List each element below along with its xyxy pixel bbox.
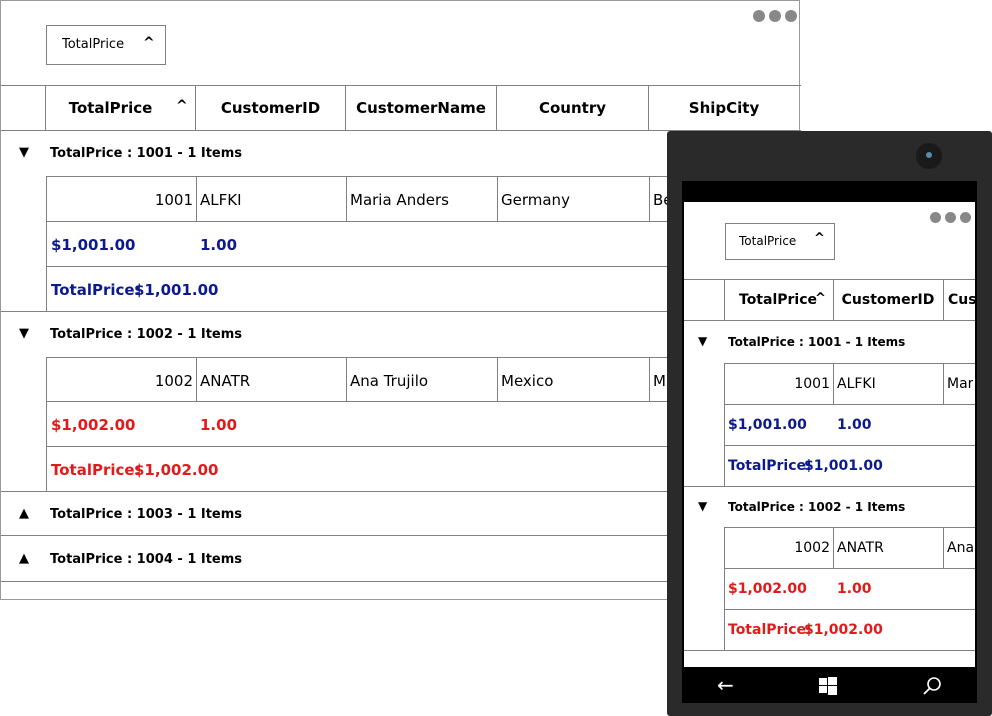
footer-label: TotalPrice: — [51, 281, 141, 299]
footer-label: TotalPrice: — [728, 458, 812, 474]
sort-up-icon: ^ — [815, 291, 826, 306]
cell-totalprice: 1002 — [794, 540, 830, 556]
collapse-arrow-icon[interactable]: ▼ — [19, 326, 29, 341]
expand-arrow-icon[interactable]: ▲ — [19, 506, 29, 521]
header-shipcity[interactable]: ShipCity — [649, 86, 799, 130]
group-footer: TotalPrice: $1,001.00 — [724, 446, 975, 487]
group-chip-label: TotalPrice — [739, 234, 797, 248]
summary-qty: 1.00 — [837, 581, 872, 597]
phone-screen: TotalPrice ^ TotalPrice ^ CustomerID Cus… — [682, 181, 977, 703]
cell-customerid: ALFKI — [837, 376, 876, 392]
phone-app: TotalPrice ^ TotalPrice ^ CustomerID Cus… — [684, 202, 975, 667]
summary-price: $1,002.00 — [728, 581, 807, 597]
group-header-1001[interactable]: ▼ TotalPrice : 1001 - 1 Items — [684, 321, 975, 363]
collapse-arrow-icon[interactable]: ▼ — [19, 145, 29, 160]
group-caption: TotalPrice : 1001 - 1 Items — [50, 146, 243, 161]
header-customername[interactable]: CustomerName — [346, 86, 497, 130]
summary-price: $1,002.00 — [51, 416, 136, 434]
header-totalprice[interactable]: TotalPrice ^ — [725, 280, 833, 320]
cell-country: Mexico — [501, 372, 554, 390]
group-drop-chip[interactable]: TotalPrice ^ — [46, 25, 166, 65]
phone-device: TotalPrice ^ TotalPrice ^ CustomerID Cus… — [667, 131, 992, 716]
more-options-icon[interactable] — [930, 208, 975, 223]
header-customerid[interactable]: CustomerID — [196, 86, 346, 130]
cell-customerid: ANATR — [837, 540, 884, 556]
sort-up-icon: ^ — [176, 98, 188, 114]
collapse-arrow-icon[interactable]: ▼ — [698, 499, 707, 513]
cell-shipcity: M — [653, 372, 666, 390]
cell-totalprice: 1002 — [154, 372, 193, 390]
header-indent — [1, 86, 46, 130]
chevron-up-icon[interactable]: ^ — [143, 35, 155, 51]
cell-customername: Ana Trujilo — [350, 372, 429, 390]
header-customername[interactable]: Cus — [948, 280, 975, 320]
header-totalprice[interactable]: TotalPrice ^ — [46, 86, 196, 130]
footer-value: $1,002.00 — [804, 622, 883, 638]
expand-arrow-icon[interactable]: ▲ — [19, 551, 29, 566]
summary-price: $1,001.00 — [51, 236, 136, 254]
header-row: TotalPrice ^ CustomerID CustomerName Coun… — [1, 85, 801, 131]
group-chip-label: TotalPrice — [62, 37, 125, 52]
group-footer: TotalPrice: $1,002.00 — [724, 610, 975, 651]
summary-qty: 1.00 — [200, 416, 238, 434]
cell-customername: Ana — [947, 540, 975, 556]
group-caption: TotalPrice : 1003 - 1 Items — [50, 507, 243, 522]
group-header-1002[interactable]: ▼ TotalPrice : 1002 - 1 Items — [684, 487, 975, 527]
header-customerid[interactable]: CustomerID — [834, 280, 942, 320]
back-icon[interactable]: ← — [717, 673, 734, 697]
cell-customerid: ANATR — [200, 372, 251, 390]
cell-totalprice: 1001 — [794, 376, 830, 392]
group-caption: TotalPrice : 1002 - 1 Items — [50, 327, 243, 342]
summary-qty: 1.00 — [837, 417, 872, 433]
windows-icon[interactable] — [819, 677, 837, 695]
summary-qty: 1.00 — [200, 236, 238, 254]
chevron-up-icon[interactable]: ^ — [814, 231, 825, 246]
search-icon[interactable] — [922, 676, 942, 696]
group-summary-row: $1,002.00 1.00 — [724, 569, 975, 610]
footer-label: TotalPrice: — [728, 622, 812, 638]
footer-value: $1,001.00 — [134, 281, 219, 299]
table-row[interactable]: 1001 ALFKI Mar — [724, 363, 975, 405]
group-drop-chip[interactable]: TotalPrice ^ — [725, 223, 835, 260]
phone-nav-bar: ← — [682, 669, 977, 703]
cell-customername: Mar — [947, 376, 974, 392]
summary-price: $1,001.00 — [728, 417, 807, 433]
table-row[interactable]: 1002 ANATR Ana — [724, 527, 975, 569]
cell-customerid: ALFKI — [200, 191, 242, 209]
cell-totalprice: 1001 — [154, 191, 193, 209]
camera-icon — [916, 143, 942, 169]
footer-label: TotalPrice: — [51, 461, 141, 479]
footer-value: $1,001.00 — [804, 458, 883, 474]
group-summary-row: $1,001.00 1.00 — [724, 405, 975, 446]
cell-country: Germany — [501, 191, 570, 209]
collapse-arrow-icon[interactable]: ▼ — [698, 334, 707, 348]
group-caption: TotalPrice : 1002 - 1 Items — [728, 500, 906, 514]
header-totalprice-label: TotalPrice — [68, 99, 153, 117]
header-row: TotalPrice ^ CustomerID Cus — [684, 279, 975, 321]
cell-customername: Maria Anders — [350, 191, 449, 209]
footer-value: $1,002.00 — [134, 461, 219, 479]
header-country[interactable]: Country — [497, 86, 649, 130]
more-options-icon[interactable] — [753, 7, 801, 22]
header-totalprice-label: TotalPrice — [739, 292, 818, 308]
group-caption: TotalPrice : 1001 - 1 Items — [728, 335, 906, 349]
group-caption: TotalPrice : 1004 - 1 Items — [50, 552, 243, 567]
